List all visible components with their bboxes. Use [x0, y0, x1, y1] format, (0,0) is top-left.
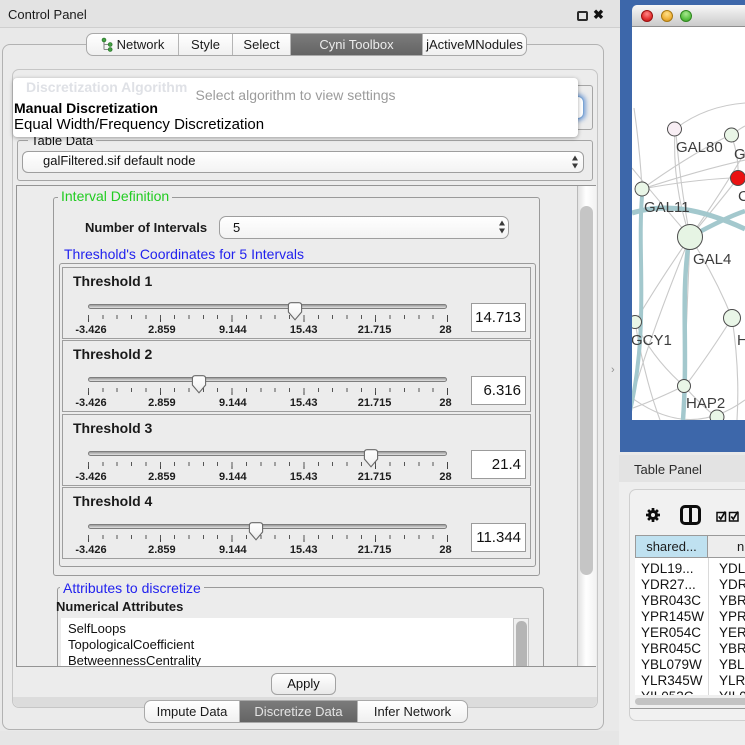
- svg-text:H: H: [737, 332, 745, 349]
- svg-text:GAL4: GAL4: [693, 251, 731, 268]
- svg-text:HAP2: HAP2: [686, 395, 725, 412]
- svg-text:GAL80: GAL80: [676, 139, 723, 156]
- svg-text:C: C: [738, 188, 745, 205]
- svg-text:G.: G.: [734, 146, 745, 163]
- svg-text:GCY1: GCY1: [632, 332, 672, 349]
- svg-text:GAL11: GAL11: [644, 199, 690, 216]
